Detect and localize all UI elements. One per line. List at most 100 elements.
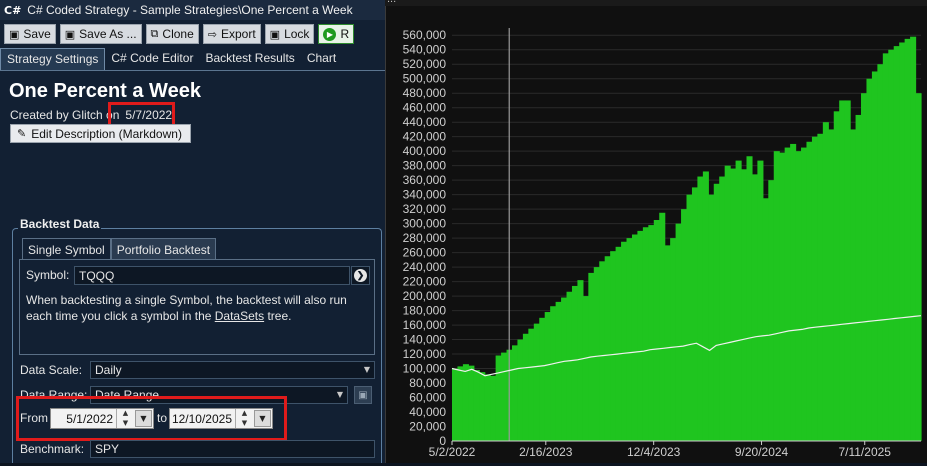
equity-bar bbox=[751, 174, 758, 442]
tab-single-symbol[interactable]: Single Symbol bbox=[22, 238, 111, 260]
equity-bar bbox=[582, 296, 589, 441]
clone-button[interactable]: ⧉ Clone bbox=[145, 24, 199, 44]
y-tick-label: 420,000 bbox=[403, 130, 447, 144]
y-tick-label: 500,000 bbox=[403, 72, 447, 86]
equity-bar bbox=[462, 364, 469, 441]
equity-bar bbox=[822, 122, 829, 441]
y-tick-label: 440,000 bbox=[403, 115, 447, 129]
equity-bar bbox=[861, 93, 868, 442]
x-tick-label: 2/16/2023 bbox=[519, 445, 573, 459]
equity-bar bbox=[702, 171, 709, 441]
equity-bar bbox=[877, 64, 884, 441]
x-tick-label: 7/11/2025 bbox=[838, 445, 891, 459]
equity-bar bbox=[686, 194, 693, 441]
equity-bar bbox=[866, 78, 873, 441]
csharp-app-icon: C# bbox=[4, 3, 22, 17]
equity-bar bbox=[457, 366, 464, 441]
y-tick-label: 160,000 bbox=[403, 318, 447, 332]
edit-description-button[interactable]: ✎ Edit Description (Markdown) bbox=[10, 124, 191, 143]
copy-icon: ⧉ bbox=[150, 27, 159, 40]
chart-header-strip: ... bbox=[385, 0, 927, 6]
symbol-input[interactable]: TQQQ bbox=[74, 266, 350, 285]
equity-bar bbox=[571, 285, 579, 441]
save-button[interactable]: ▣ Save bbox=[4, 24, 56, 44]
equity-bar bbox=[484, 374, 491, 441]
equity-bar bbox=[626, 238, 633, 441]
equity-bar bbox=[697, 176, 704, 441]
equity-bar bbox=[855, 114, 862, 442]
x-tick-label: 9/20/2024 bbox=[735, 445, 789, 459]
tab-code-editor[interactable]: C# Code Editor bbox=[105, 48, 199, 70]
equity-bar bbox=[719, 176, 726, 441]
y-tick-label: 60,000 bbox=[409, 391, 446, 405]
equity-bar bbox=[828, 129, 835, 441]
equity-bar bbox=[795, 151, 802, 441]
equity-bar bbox=[773, 151, 780, 441]
equity-bar bbox=[910, 36, 917, 442]
equity-bar bbox=[784, 147, 791, 442]
run-button[interactable]: ▶ R bbox=[318, 24, 355, 44]
equity-bar bbox=[621, 241, 628, 441]
equity-bar bbox=[681, 209, 688, 441]
equity-bar bbox=[850, 129, 857, 441]
equity-bar bbox=[615, 246, 622, 441]
symbol-go-button[interactable]: ❯ bbox=[351, 266, 370, 285]
equity-bar bbox=[915, 93, 922, 442]
play-icon: ▶ bbox=[323, 27, 337, 41]
equity-bar bbox=[539, 317, 546, 441]
equity-bar bbox=[768, 180, 775, 441]
equity-bar bbox=[839, 100, 846, 441]
tab-portfolio-backtest[interactable]: Portfolio Backtest bbox=[110, 238, 217, 260]
equity-bar bbox=[517, 339, 524, 441]
equity-curve-chart[interactable]: 020,00040,00060,00080,000100,000120,0001… bbox=[386, 0, 927, 463]
equity-bar bbox=[479, 372, 486, 441]
equity-bar bbox=[741, 169, 748, 441]
lock-icon: ▣ bbox=[269, 27, 281, 41]
y-tick-label: 20,000 bbox=[409, 420, 446, 434]
y-tick-label: 460,000 bbox=[403, 101, 447, 115]
lock-button[interactable]: ▣ Lock bbox=[264, 24, 315, 44]
y-tick-label: 520,000 bbox=[403, 57, 447, 71]
save-range-icon[interactable]: ▣ bbox=[354, 386, 372, 404]
equity-bar bbox=[604, 256, 611, 441]
equity-bar bbox=[659, 212, 666, 441]
equity-bar bbox=[490, 375, 497, 441]
export-button[interactable]: ⇨ Export bbox=[202, 24, 261, 44]
y-tick-label: 220,000 bbox=[403, 275, 447, 289]
tab-chart[interactable]: Chart bbox=[301, 48, 342, 70]
equity-bar bbox=[599, 261, 606, 441]
backtest-mode-tabs: Single Symbol Portfolio Backtest bbox=[22, 238, 217, 260]
data-scale-label: Data Scale: bbox=[20, 363, 83, 377]
equity-bar bbox=[735, 160, 742, 442]
datasets-link[interactable]: DataSets bbox=[215, 309, 264, 323]
editor-tabs: Strategy Settings C# Code Editor Backtes… bbox=[0, 48, 385, 71]
y-tick-label: 180,000 bbox=[403, 304, 447, 318]
tab-strategy-settings[interactable]: Strategy Settings bbox=[0, 48, 106, 70]
x-tick-label: 5/2/2022 bbox=[429, 445, 476, 459]
equity-bar bbox=[637, 230, 644, 441]
y-tick-label: 100,000 bbox=[403, 362, 447, 376]
equity-bar bbox=[610, 251, 617, 441]
chevron-down-icon: ▼ bbox=[336, 390, 343, 399]
equity-bar bbox=[724, 165, 731, 441]
equity-bar bbox=[522, 333, 529, 441]
y-tick-label: 120,000 bbox=[403, 347, 447, 361]
equity-bar bbox=[555, 301, 562, 441]
equity-bar bbox=[888, 49, 895, 441]
strategy-title: One Percent a Week bbox=[9, 80, 201, 102]
data-scale-select[interactable]: Daily ▼ bbox=[90, 361, 375, 379]
equity-bar bbox=[811, 136, 818, 441]
equity-bar bbox=[904, 38, 911, 442]
highlight-box-date-range bbox=[16, 396, 287, 441]
y-tick-label: 540,000 bbox=[403, 43, 447, 57]
equity-bar bbox=[844, 100, 851, 441]
benchmark-input[interactable]: SPY bbox=[90, 440, 375, 458]
tab-backtest-results[interactable]: Backtest Results bbox=[199, 48, 300, 70]
single-symbol-hint: When backtesting a single Symbol, the ba… bbox=[26, 293, 347, 323]
chevron-down-icon: ▼ bbox=[363, 365, 370, 374]
equity-bar bbox=[691, 187, 699, 441]
y-tick-label: 40,000 bbox=[409, 405, 446, 419]
export-icon: ⇨ bbox=[207, 27, 217, 41]
save-as-button[interactable]: ▣ Save As ... bbox=[59, 24, 142, 44]
y-tick-label: 240,000 bbox=[403, 260, 447, 274]
